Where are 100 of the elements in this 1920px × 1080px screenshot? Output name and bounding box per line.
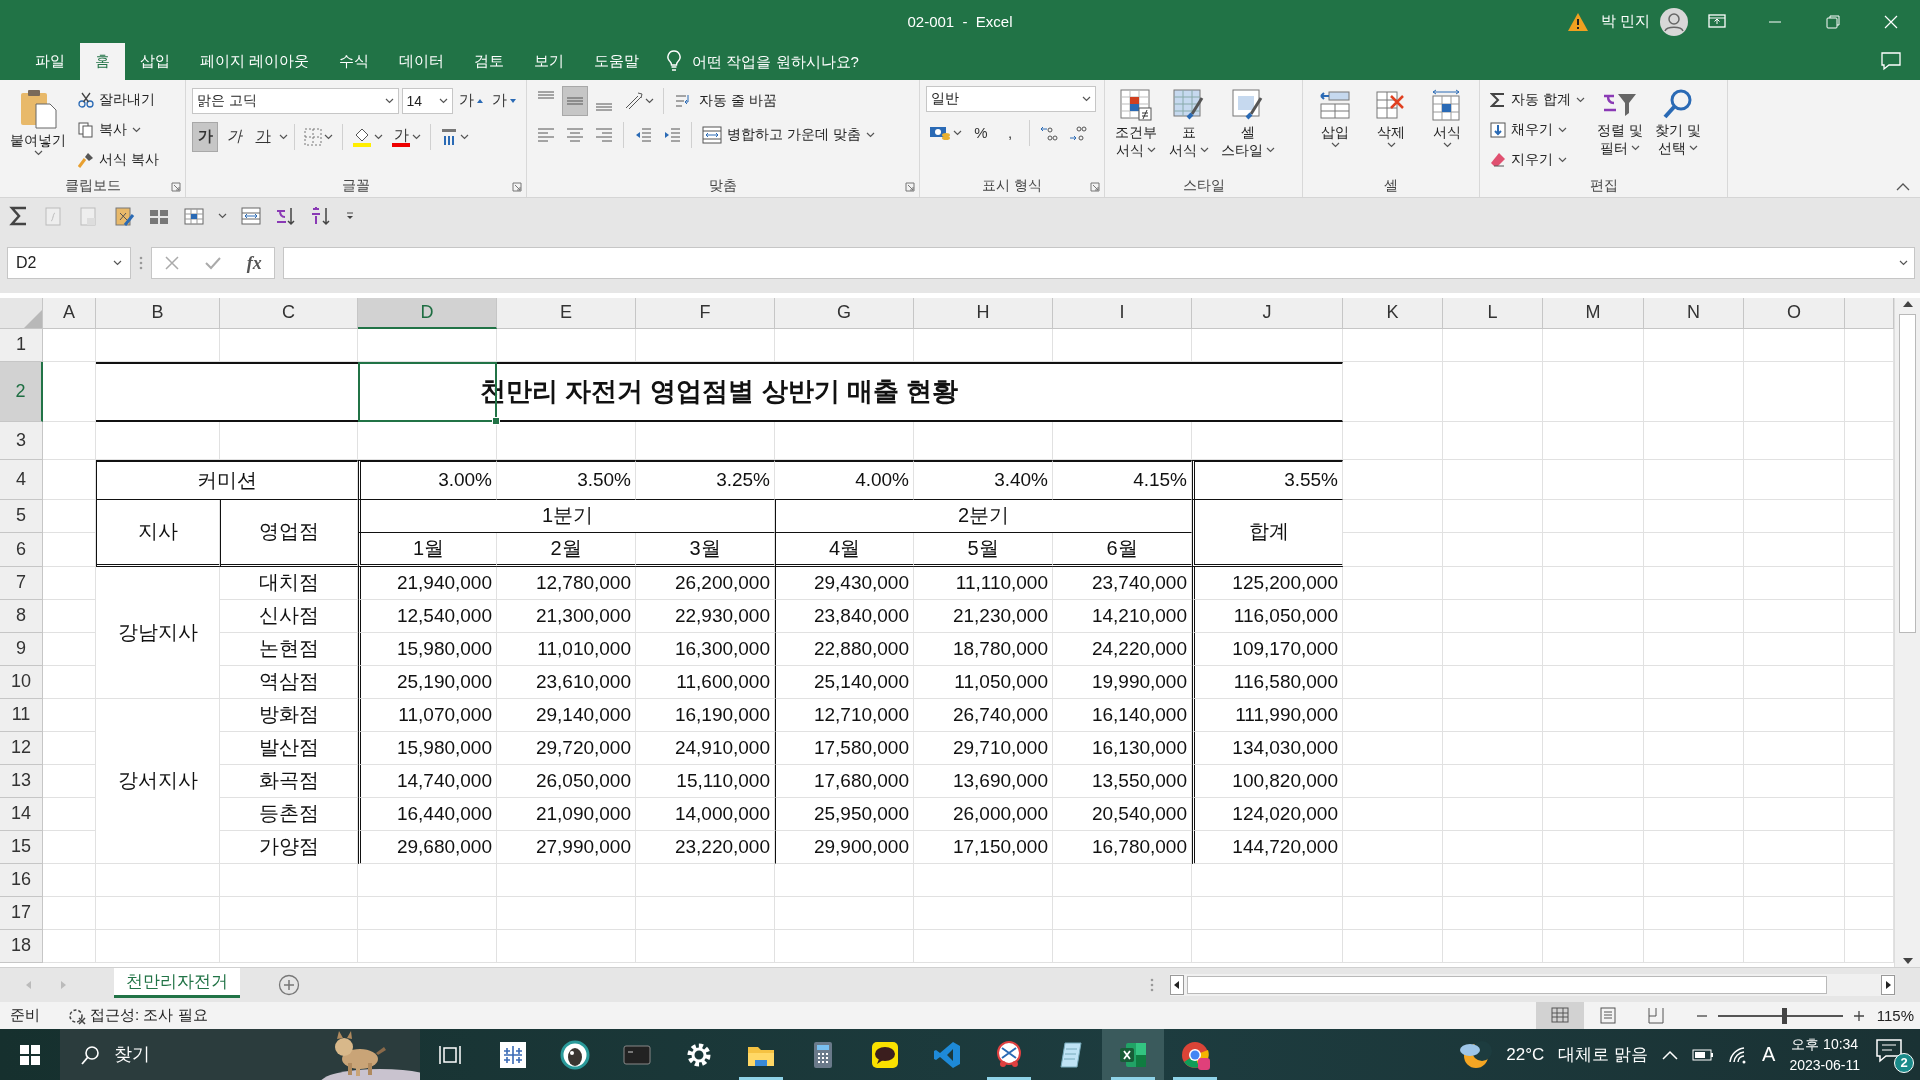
taskbar-button[interactable] xyxy=(1102,1029,1164,1080)
clear-button[interactable]: 지우기 xyxy=(1486,145,1589,174)
next-sheet-icon[interactable] xyxy=(60,980,68,991)
caret-icon[interactable] xyxy=(1266,147,1275,154)
underline-button[interactable]: 가 xyxy=(250,121,276,152)
find-select-button[interactable]: 찾기 및 선택 xyxy=(1650,85,1705,175)
comment-icon[interactable] xyxy=(1880,51,1902,72)
accessibility-status[interactable]: 접근성: 조사 필요 xyxy=(90,1006,208,1025)
cells-button[interactable]: 서식 xyxy=(1425,85,1469,175)
style-button[interactable]: 셀 스타일 xyxy=(1217,85,1279,175)
caret-icon[interactable] xyxy=(1575,96,1585,103)
caret-icon[interactable] xyxy=(645,97,654,104)
crosses-icon[interactable] xyxy=(498,1039,528,1070)
row-header[interactable]: 6 xyxy=(0,532,43,567)
ribbon-tab[interactable]: 홈 xyxy=(80,43,125,80)
paint-bucket-icon[interactable] xyxy=(352,126,372,147)
caret-icon[interactable] xyxy=(412,133,421,140)
ribbon-tab[interactable]: 삽입 xyxy=(125,43,185,80)
caret-icon[interactable] xyxy=(1630,145,1640,152)
caret-icon[interactable] xyxy=(1330,142,1340,149)
temperature[interactable]: 22°C xyxy=(1506,1044,1545,1065)
clipboard-icon[interactable] xyxy=(18,87,58,130)
ribbon-tab[interactable]: 보기 xyxy=(519,43,580,80)
column-header[interactable]: G xyxy=(775,297,914,329)
weather-condition[interactable]: 대체로 맑음 xyxy=(1558,1043,1649,1066)
bold-button[interactable]: 가 xyxy=(192,121,218,152)
caret-icon[interactable] xyxy=(1082,95,1091,102)
paste-button[interactable]: 붙여넣기 xyxy=(6,85,70,175)
row-header[interactable]: 11 xyxy=(0,698,43,732)
orientation-icon[interactable] xyxy=(623,90,643,111)
clock-time[interactable]: 오후 10:34 xyxy=(1791,1034,1859,1055)
percent-button[interactable]: % xyxy=(968,117,994,148)
caret-icon[interactable] xyxy=(113,260,122,267)
zoom-thumb[interactable] xyxy=(1782,1007,1787,1024)
caret-icon[interactable] xyxy=(384,97,394,104)
row-header[interactable]: 17 xyxy=(0,896,43,930)
number-format-combo[interactable]: 일반 xyxy=(926,85,1096,112)
search-icon[interactable] xyxy=(1661,87,1694,120)
font-size-combo[interactable]: 14 xyxy=(401,87,453,114)
avatar-icon[interactable] xyxy=(1660,7,1688,36)
caret-icon[interactable] xyxy=(218,212,227,219)
dialog-launcher-icon[interactable] xyxy=(171,181,181,192)
horizontal-scrollbar[interactable] xyxy=(1170,974,1895,997)
tell-me-field[interactable]: 어떤 작업을 원하시나요? xyxy=(690,52,925,71)
middle-align-button[interactable] xyxy=(562,85,588,116)
row-header[interactable]: 13 xyxy=(0,764,43,798)
column-header[interactable]: D xyxy=(358,297,497,329)
column-header[interactable]: N xyxy=(1644,297,1744,329)
caret-icon[interactable] xyxy=(1147,147,1156,154)
style-button[interactable]: 표 서식 xyxy=(1165,85,1213,175)
fill-handle[interactable] xyxy=(492,416,500,425)
sigma-icon[interactable] xyxy=(1490,91,1506,108)
grow-font-button[interactable]: 가 xyxy=(455,85,487,116)
windows-icon[interactable] xyxy=(20,1044,40,1065)
grip-icon[interactable] xyxy=(1150,977,1154,994)
row-header[interactable]: 15 xyxy=(0,830,43,864)
eraser-icon[interactable] xyxy=(1490,151,1506,168)
chat-icon[interactable] xyxy=(870,1039,900,1070)
scissors-icon[interactable] xyxy=(78,91,94,108)
wrap-text-button[interactable]: 자동 줄 바꿈 xyxy=(670,86,781,115)
caret-icon[interactable] xyxy=(1688,145,1698,152)
caret-icon[interactable] xyxy=(865,131,875,138)
row-header[interactable]: 16 xyxy=(0,863,43,897)
dialog-launcher-icon[interactable] xyxy=(1090,181,1100,192)
ribbon-tab[interactable]: 검토 xyxy=(459,43,520,80)
sheet-tab[interactable]: 천만리자전거 xyxy=(114,968,240,999)
comma-button[interactable]: , xyxy=(997,117,1023,148)
browser-icon[interactable] xyxy=(1180,1039,1210,1070)
scrollbar-thumb[interactable] xyxy=(1187,976,1827,995)
view-button[interactable] xyxy=(1535,1002,1584,1029)
scroll-right-icon[interactable] xyxy=(1881,975,1895,996)
paste-format-icon[interactable] xyxy=(113,204,135,227)
row-header[interactable]: 10 xyxy=(0,665,43,699)
paintbrush-icon[interactable] xyxy=(78,151,94,168)
italic-button[interactable]: 가 xyxy=(221,121,247,152)
ribbon-tab[interactable]: 페이지 레이아웃 xyxy=(185,43,325,80)
column-header[interactable]: M xyxy=(1543,297,1644,329)
column-header[interactable]: B xyxy=(96,297,220,329)
cut-button[interactable]: 잘라내기 xyxy=(74,85,163,114)
column-header[interactable]: I xyxy=(1053,297,1192,329)
vertical-scrollbar[interactable] xyxy=(1894,297,1920,968)
input-indicator[interactable]: A xyxy=(1762,1043,1776,1066)
autosum-button[interactable]: 자동 합계 xyxy=(1486,85,1589,114)
row-header[interactable]: 1 xyxy=(0,328,43,362)
fill-button[interactable]: 채우기 xyxy=(1486,115,1589,144)
chevron-up-icon[interactable] xyxy=(1662,1049,1679,1060)
clock-date[interactable]: 2023-06-11 xyxy=(1789,1054,1860,1075)
cells-button[interactable]: 삭제 xyxy=(1369,85,1413,175)
zoom-in-icon[interactable] xyxy=(1852,1009,1865,1022)
phonetic-icon[interactable] xyxy=(440,126,458,147)
caret-icon[interactable] xyxy=(1442,142,1452,149)
formula-field[interactable] xyxy=(283,247,1915,280)
row-header[interactable]: 2 xyxy=(0,361,43,422)
table-style-icon[interactable] xyxy=(1172,87,1206,122)
caret-icon[interactable] xyxy=(1200,147,1209,154)
ribbon-tab[interactable]: 파일 xyxy=(20,43,80,80)
column-header[interactable]: K xyxy=(1343,297,1443,329)
caret-icon[interactable] xyxy=(1558,156,1567,163)
ribbon-tab[interactable]: 데이터 xyxy=(384,43,460,80)
shrink-font-button[interactable]: 가 xyxy=(489,85,520,116)
